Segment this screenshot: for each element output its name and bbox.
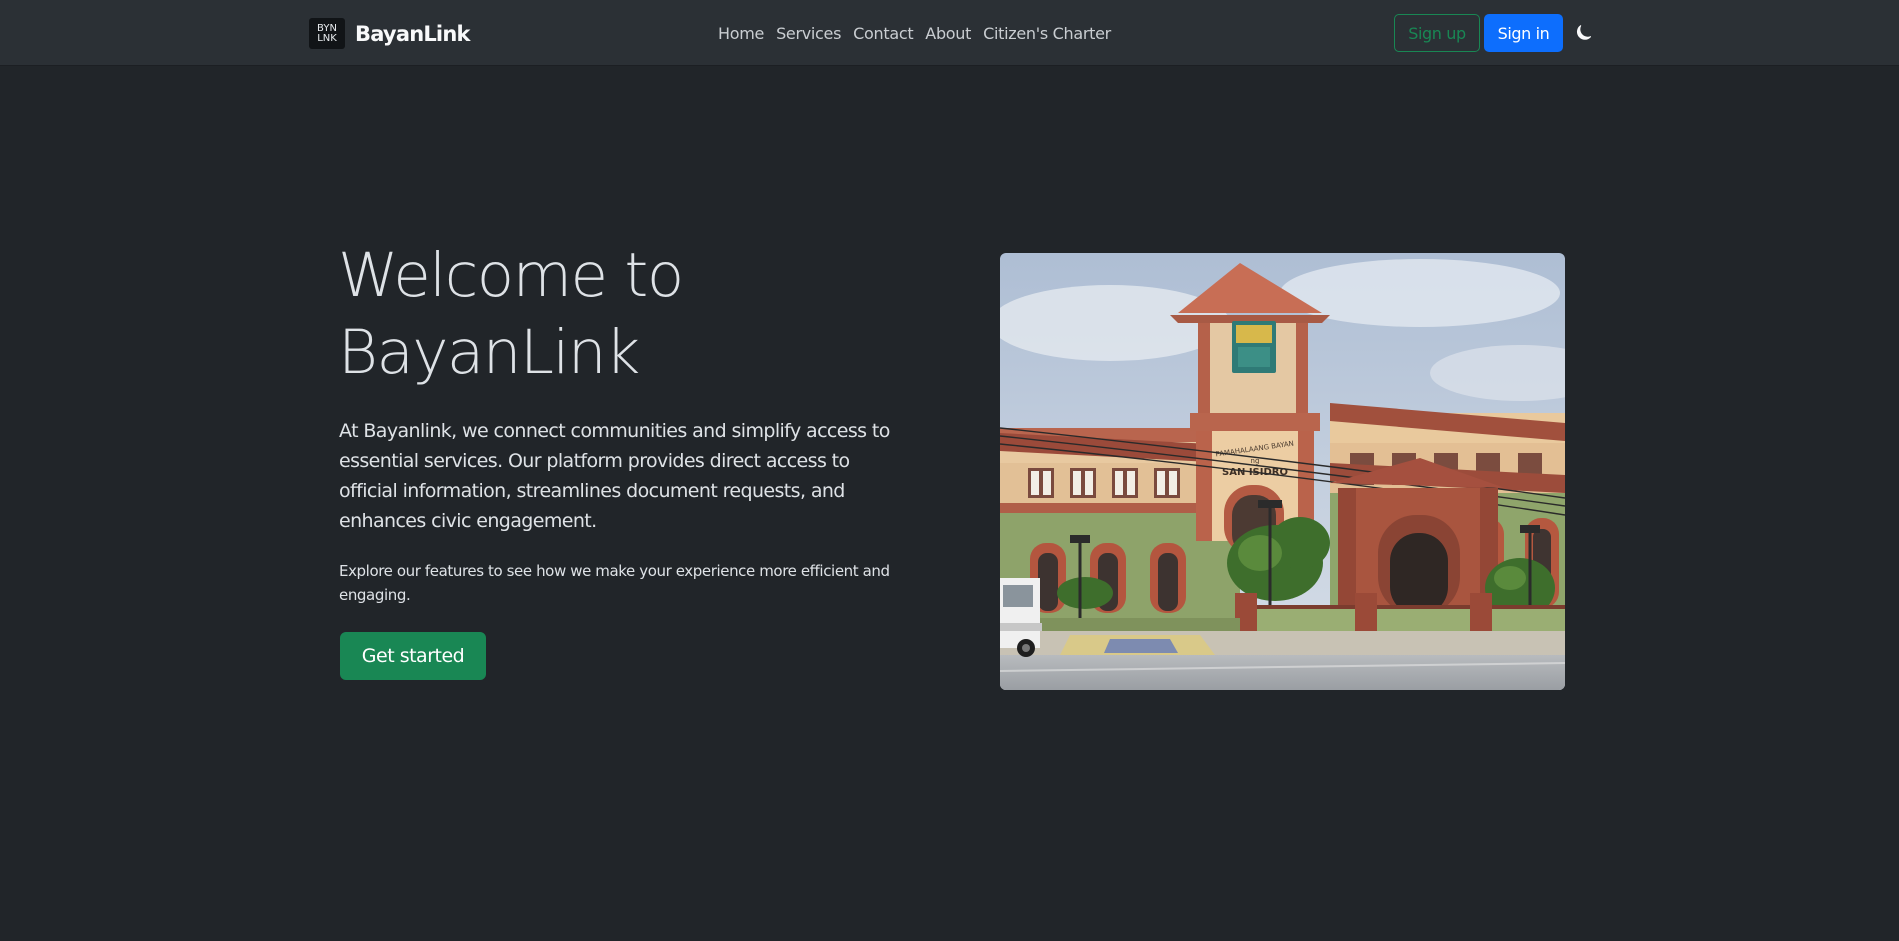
brand-logo: BYN LNK [309,18,345,49]
brand-link[interactable]: BYN LNK BayanLink [309,18,470,49]
sign-in-button[interactable]: Sign in [1484,14,1563,52]
nav-link-contact[interactable]: Contact [853,24,913,43]
nav-links: Home Services Contact About Citizen's Ch… [718,20,1111,46]
brand-logo-line2: LNK [317,32,337,44]
sign-up-button[interactable]: Sign up [1394,14,1480,52]
municipal-hall-image: PAMAHALAANG BAYAN ng SAN ISIDRO [1000,253,1565,690]
moon-icon [1577,25,1591,40]
navbar: BYN LNK BayanLink Home Services Contact … [0,0,1899,66]
nav-link-services[interactable]: Services [776,24,841,43]
brand-name: BayanLink [355,21,470,46]
brand-logo-line1: BYN [317,22,337,34]
nav-link-citizens-charter[interactable]: Citizen's Charter [983,24,1111,43]
get-started-button[interactable]: Get started [340,632,486,680]
nav-link-about[interactable]: About [925,24,971,43]
nav-link-home[interactable]: Home [718,24,764,43]
hero-title-line1: Welcome to [338,240,684,311]
hero-title-line2: BayanLink [338,317,640,388]
hero-lead-text: At Bayanlink, we connect communities and… [339,420,890,532]
theme-toggle-button[interactable] [1572,22,1594,44]
hero-title: Welcome to BayanLink [338,237,898,391]
hero-sub-text: Explore our features to see how we make … [339,562,890,604]
